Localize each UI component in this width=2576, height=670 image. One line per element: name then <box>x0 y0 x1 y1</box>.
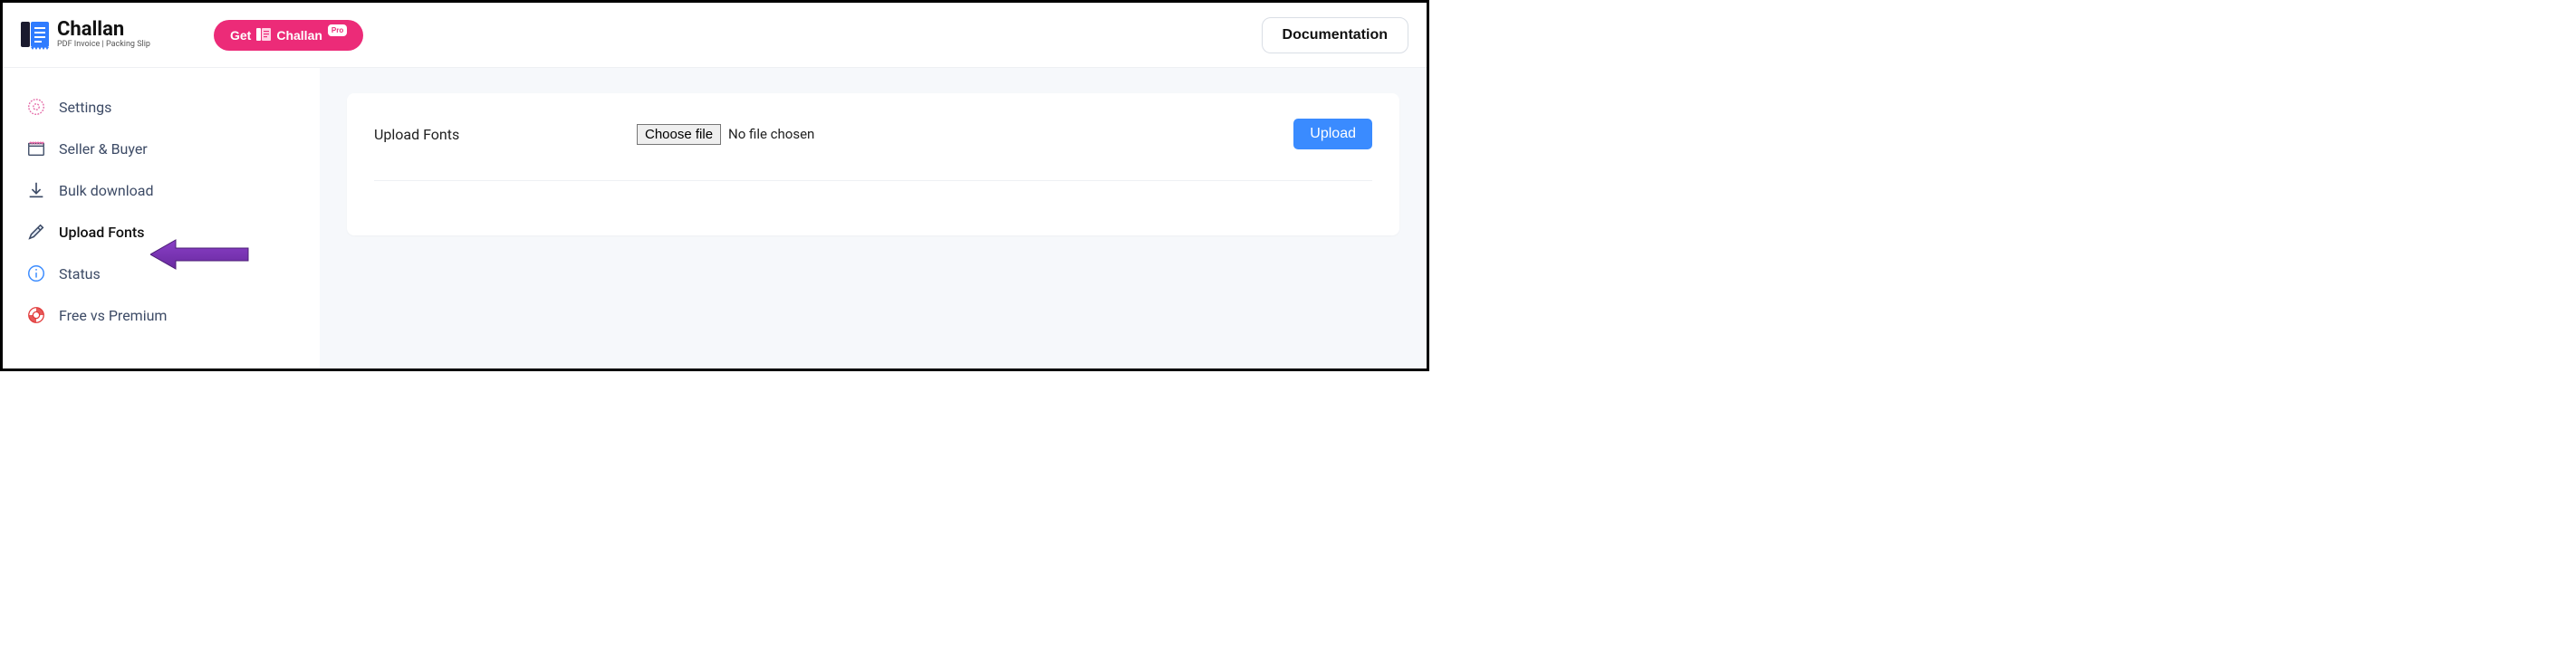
file-picker: Choose file No file chosen <box>637 124 1293 145</box>
sidebar-item-bulk-download[interactable]: Bulk download <box>19 169 320 211</box>
sidebar-item-status[interactable]: Status <box>19 253 320 294</box>
file-status-text: No file chosen <box>728 126 814 142</box>
sidebar: Settings Seller & Buyer Bulk downloa <box>3 68 320 368</box>
sidebar-item-label: Upload Fonts <box>59 224 144 241</box>
get-pro-button[interactable]: Get Challan Pro <box>214 20 363 51</box>
row-label: Upload Fonts <box>374 126 637 143</box>
documentation-button[interactable]: Documentation <box>1262 17 1408 53</box>
sidebar-item-free-vs-premium[interactable]: Free vs Premium <box>19 294 320 336</box>
pro-name-label: Challan <box>276 28 322 43</box>
sidebar-item-upload-fonts[interactable]: Upload Fonts <box>19 211 320 253</box>
sidebar-item-seller-buyer[interactable]: Seller & Buyer <box>19 128 320 169</box>
gear-icon <box>26 97 46 117</box>
header: Challan PDF Invoice | Packing Slip Get C… <box>3 3 1427 68</box>
sidebar-item-label: Bulk download <box>59 182 154 199</box>
upload-row: Upload Fonts Choose file No file chosen … <box>374 119 1372 181</box>
lifebuoy-icon <box>26 305 46 325</box>
challan-mini-icon <box>256 27 271 43</box>
pen-icon <box>26 222 46 242</box>
pro-pill-label: Pro <box>328 24 347 36</box>
sidebar-item-label: Status <box>59 265 101 282</box>
pro-get-label: Get <box>230 28 251 43</box>
upload-fonts-card: Upload Fonts Choose file No file chosen … <box>347 93 1399 235</box>
store-icon <box>26 139 46 158</box>
header-left: Challan PDF Invoice | Packing Slip Get C… <box>21 20 363 51</box>
sidebar-item-label: Seller & Buyer <box>59 140 148 158</box>
brand-subtitle: PDF Invoice | Packing Slip <box>57 40 150 50</box>
main-content: Upload Fonts Choose file No file chosen … <box>320 68 1427 368</box>
brand-logo[interactable]: Challan PDF Invoice | Packing Slip <box>21 20 150 51</box>
brand-title: Challan <box>57 20 150 40</box>
sidebar-item-settings[interactable]: Settings <box>19 86 320 128</box>
choose-file-button[interactable]: Choose file <box>637 124 721 145</box>
info-icon <box>26 263 46 283</box>
layout: Settings Seller & Buyer Bulk downloa <box>3 68 1427 368</box>
upload-button[interactable]: Upload <box>1293 119 1372 149</box>
sidebar-item-label: Settings <box>59 99 111 116</box>
sidebar-item-label: Free vs Premium <box>59 307 167 324</box>
download-icon <box>26 180 46 200</box>
challan-logo-icon <box>21 20 50 51</box>
